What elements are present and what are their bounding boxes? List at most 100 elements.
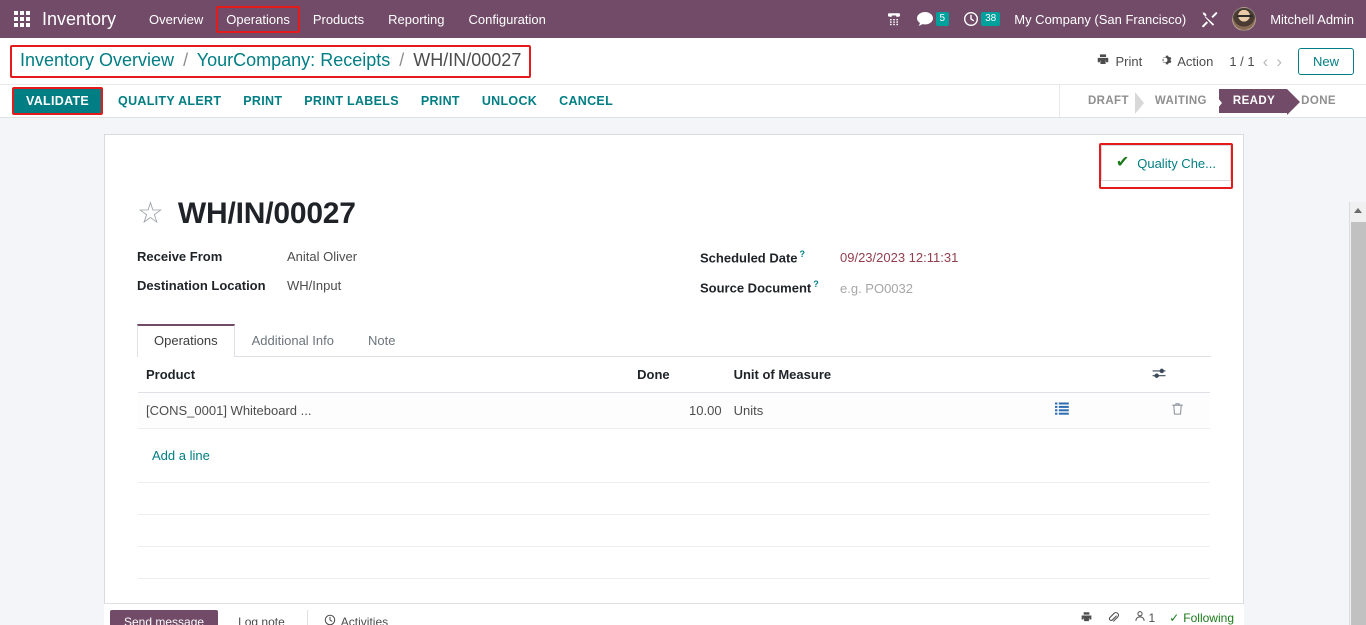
action-button[interactable]: Action <box>1158 53 1213 70</box>
vertical-scrollbar[interactable] <box>1349 202 1366 625</box>
log-note-button[interactable]: Log note <box>224 610 299 625</box>
stage-ready[interactable]: READY <box>1219 89 1287 113</box>
user-avatar[interactable] <box>1232 7 1256 31</box>
activities-button-label: Activities <box>341 615 388 625</box>
sliders-icon[interactable] <box>1152 368 1167 383</box>
column-header-done[interactable]: Done <box>631 358 727 393</box>
filler-cell <box>138 546 1210 578</box>
cell-product[interactable]: [CONS_0001] Whiteboard ... <box>138 392 631 428</box>
notebook-tabs: Operations Additional Info Note <box>137 324 1211 357</box>
table-row[interactable]: [CONS_0001] Whiteboard ... 10.00 Units <box>138 392 1210 428</box>
field-destination-location-label: Destination Location <box>137 278 287 293</box>
scrollbar-thumb[interactable] <box>1351 222 1366 625</box>
source-document-text: Source Document <box>700 281 811 296</box>
tab-note[interactable]: Note <box>351 324 412 356</box>
odoo-inventory-app: Inventory Overview Operations Products R… <box>0 0 1366 625</box>
stage-draft[interactable]: DRAFT <box>1074 89 1141 113</box>
user-menu[interactable]: Mitchell Admin <box>1270 12 1354 27</box>
activities-button[interactable]: Activities <box>316 610 396 625</box>
stage-waiting[interactable]: WAITING <box>1141 89 1219 113</box>
optional-columns-toggle[interactable] <box>1146 358 1210 393</box>
menu-item-overview[interactable]: Overview <box>138 5 214 34</box>
control-panel-top-row: Inventory Overview / YourCompany: Receip… <box>0 38 1366 84</box>
paperclip-icon[interactable] <box>1107 611 1120 624</box>
field-receive-from: Receive From Anital Oliver <box>137 249 674 264</box>
sheet-background: ✔ Quality Che... ☆ WH/IN/00027 Receive F… <box>0 134 1366 604</box>
scheduled-date-text: Scheduled Date <box>700 250 798 265</box>
print-button-2[interactable]: PRINT <box>410 89 471 113</box>
breadcrumb-item-receipts[interactable]: YourCompany: Receipts <box>197 50 390 70</box>
clock-icon <box>324 614 336 625</box>
cell-uom[interactable]: Units <box>728 392 1050 428</box>
chevron-right-icon[interactable]: › <box>1276 53 1282 70</box>
lines-table: Product Done Unit of Measure <box>138 358 1210 579</box>
apps-grid-icon[interactable] <box>8 5 36 33</box>
send-message-button[interactable]: Send message <box>110 610 218 625</box>
print-button-1[interactable]: PRINT <box>232 89 293 113</box>
print-button[interactable]: Print <box>1096 53 1142 70</box>
followers-counter[interactable]: 1 <box>1134 610 1156 625</box>
field-receive-from-value[interactable]: Anital Oliver <box>287 249 357 264</box>
menu-item-reporting[interactable]: Reporting <box>377 5 455 34</box>
pager: 1 / 1 ‹ › <box>1229 53 1282 70</box>
filler-row <box>138 546 1210 578</box>
filler-row <box>138 514 1210 546</box>
breadcrumb-highlight: Inventory Overview / YourCompany: Receip… <box>10 45 531 78</box>
cancel-button[interactable]: CANCEL <box>548 89 624 113</box>
chevron-left-icon[interactable]: ‹ <box>1263 53 1269 70</box>
main-menu: Overview Operations Products Reporting C… <box>138 5 557 34</box>
page-title: WH/IN/00027 <box>178 197 356 231</box>
breadcrumb-separator: / <box>399 50 404 70</box>
validate-button[interactable]: VALIDATE <box>14 89 101 113</box>
scrollbar-up-button[interactable] <box>1350 202 1366 219</box>
help-tooltip-icon[interactable]: ? <box>813 279 819 289</box>
action-button-label: Action <box>1177 54 1213 69</box>
activities-counter[interactable]: 38 <box>963 11 1000 27</box>
new-button[interactable]: New <box>1298 48 1354 75</box>
help-tooltip-icon[interactable]: ? <box>800 249 806 259</box>
field-source-document-input[interactable]: e.g. PO0032 <box>840 281 913 296</box>
quality-check-smart-button[interactable]: ✔ Quality Che... <box>1101 145 1231 181</box>
printer-icon[interactable] <box>1080 611 1093 624</box>
cell-detailed-operations[interactable] <box>1049 392 1145 428</box>
tools-icon[interactable] <box>1200 10 1218 28</box>
filler-row <box>138 482 1210 514</box>
add-line-cell[interactable]: Add a line <box>138 428 1210 482</box>
field-scheduled-date-value[interactable]: 09/23/2023 12:11:31 <box>840 250 958 265</box>
tab-additional-info[interactable]: Additional Info <box>235 324 351 356</box>
app-brand-inventory[interactable]: Inventory <box>42 9 116 30</box>
cell-delete[interactable] <box>1146 392 1210 428</box>
quality-alert-button[interactable]: QUALITY ALERT <box>107 89 232 113</box>
following-button[interactable]: ✓ Following <box>1169 611 1234 625</box>
tab-operations[interactable]: Operations <box>137 324 235 357</box>
company-switcher[interactable]: My Company (San Francisco) <box>1014 12 1186 27</box>
phone-keypad-icon[interactable] <box>886 11 902 27</box>
messages-counter[interactable]: 5 <box>916 11 950 27</box>
print-labels-button[interactable]: PRINT LABELS <box>293 89 410 113</box>
menu-item-products[interactable]: Products <box>302 5 375 34</box>
menu-item-configuration[interactable]: Configuration <box>458 5 557 34</box>
field-destination-location-value[interactable]: WH/Input <box>287 278 341 293</box>
status-pipeline: DRAFT WAITING READY DONE <box>1059 85 1366 117</box>
statusbar-buttons: VALIDATE QUALITY ALERT PRINT PRINT LABEL… <box>12 85 624 117</box>
unlock-button[interactable]: UNLOCK <box>471 89 548 113</box>
cell-done[interactable]: 10.00 <box>631 392 727 428</box>
field-column-left: Receive From Anital Oliver Destination L… <box>137 249 674 310</box>
star-outline-icon[interactable]: ☆ <box>137 199 164 229</box>
add-line-row[interactable]: Add a line <box>138 428 1210 482</box>
field-source-document: Source Document? e.g. PO0032 <box>700 279 1211 295</box>
field-receive-from-label: Receive From <box>137 249 287 264</box>
field-scheduled-date: Scheduled Date? 09/23/2023 12:11:31 <box>700 249 1211 265</box>
field-source-document-label: Source Document? <box>700 279 840 295</box>
menu-item-operations[interactable]: Operations <box>216 6 300 33</box>
column-header-detail <box>1049 358 1145 393</box>
table-header-row: Product Done Unit of Measure <box>138 358 1210 393</box>
list-detail-icon[interactable] <box>1055 402 1069 418</box>
add-a-line-link[interactable]: Add a line <box>144 438 218 473</box>
column-header-uom[interactable]: Unit of Measure <box>728 358 1050 393</box>
activities-count-badge: 38 <box>981 12 1000 26</box>
column-header-product[interactable]: Product <box>138 358 631 393</box>
trash-icon[interactable] <box>1171 403 1184 419</box>
breadcrumb-item-overview[interactable]: Inventory Overview <box>20 50 174 70</box>
chatter-right-tools: 1 ✓ Following <box>1080 610 1244 625</box>
